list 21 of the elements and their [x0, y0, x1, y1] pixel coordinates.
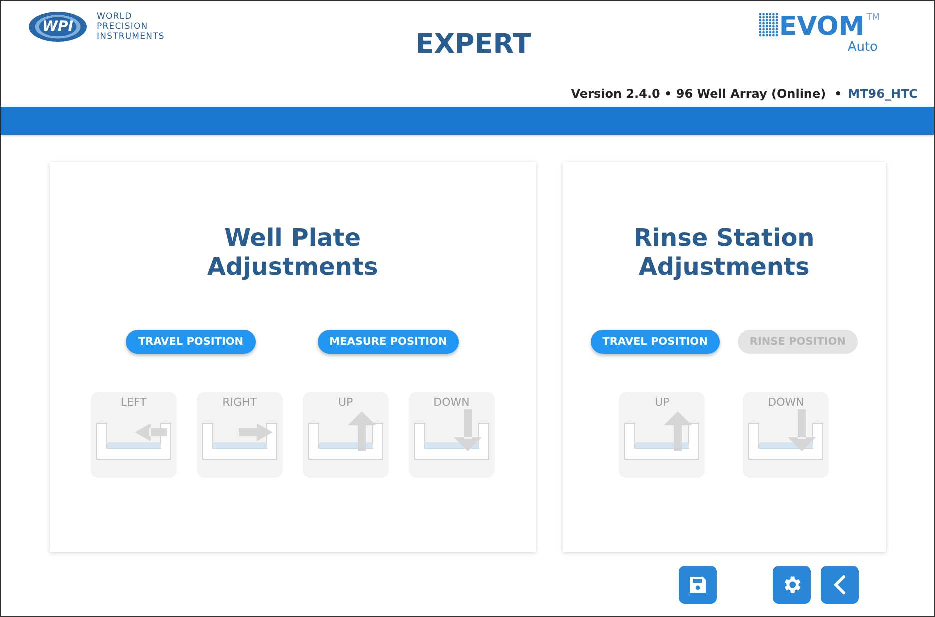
- save-button[interactable]: [679, 566, 717, 604]
- logo-text: WORLD: [97, 12, 134, 22]
- logo-text: INSTRUMENTS: [97, 32, 165, 42]
- product-name: EVOM: [779, 13, 865, 41]
- product-edition: Auto: [848, 41, 878, 55]
- logo-text: PRECISION: [97, 22, 150, 32]
- card-title: Well Plate Adjustments: [206, 224, 380, 282]
- position-button[interactable]: TRAVEL POSITION: [590, 330, 720, 354]
- logo-mark: WPI: [29, 12, 87, 42]
- card-title: Rinse Station Adjustments: [632, 224, 816, 282]
- device-name: MT96_HTC: [848, 87, 918, 101]
- save-icon: [688, 575, 708, 595]
- page-title: EXPERT: [416, 29, 532, 60]
- position-button[interactable]: TRAVEL POSITION: [126, 330, 256, 354]
- chevron-left-icon: [833, 575, 847, 595]
- back-button[interactable]: [821, 566, 859, 604]
- position-button[interactable]: MEASURE POSITION: [318, 330, 460, 354]
- dot-grid-icon: [759, 13, 780, 37]
- version-status: Version 2.4.0 • 96 Well Array (Online) •: [571, 87, 842, 101]
- settings-button[interactable]: [773, 566, 811, 604]
- trademark-text: TM: [866, 13, 880, 23]
